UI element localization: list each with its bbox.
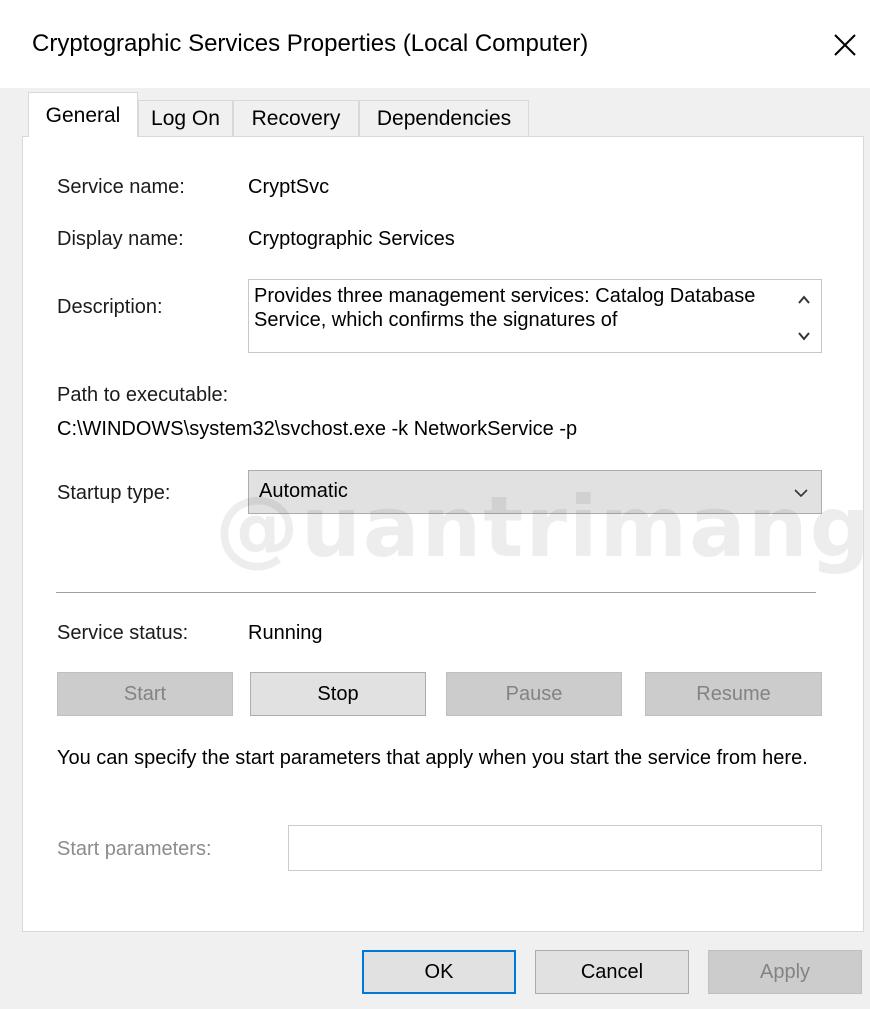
description-scrollbar[interactable]: [789, 282, 819, 350]
service-name-value: CryptSvc: [248, 176, 330, 198]
general-tab-content: Service name: CryptSvc Display name: Cry…: [0, 0, 870, 1009]
stop-button[interactable]: Stop: [250, 672, 426, 716]
chevron-up-icon: [798, 295, 810, 304]
display-name-label: Display name:: [57, 228, 184, 250]
description-text: Provides three management services: Cata…: [254, 285, 756, 331]
properties-dialog: Cryptographic Services Properties (Local…: [0, 0, 870, 1009]
path-label: Path to executable:: [57, 384, 229, 406]
startup-type-label: Startup type:: [57, 482, 171, 504]
scroll-down-button[interactable]: [789, 324, 819, 348]
path-value: C:\WINDOWS\system32\svchost.exe -k Netwo…: [57, 418, 578, 440]
display-name-value: Cryptographic Services: [248, 228, 455, 250]
startup-type-select[interactable]: Automatic: [248, 470, 822, 514]
service-status-value: Running: [248, 622, 323, 644]
description-label: Description:: [57, 296, 163, 318]
pause-button[interactable]: Pause: [446, 672, 622, 716]
start-parameters-input[interactable]: [288, 825, 822, 871]
service-status-label: Service status:: [57, 622, 189, 644]
scroll-up-button[interactable]: [789, 288, 819, 312]
description-textbox[interactable]: Provides three management services: Cata…: [248, 279, 822, 353]
start-parameters-info: You can specify the start parameters tha…: [57, 747, 808, 769]
service-name-label: Service name:: [57, 176, 185, 198]
resume-button[interactable]: Resume: [645, 672, 822, 716]
chevron-down-icon: [798, 332, 810, 341]
divider: [56, 592, 816, 593]
start-button[interactable]: Start: [57, 672, 233, 716]
chevron-down-icon: [794, 489, 808, 498]
startup-type-value: Automatic: [259, 480, 348, 502]
start-parameters-label: Start parameters:: [57, 838, 212, 860]
